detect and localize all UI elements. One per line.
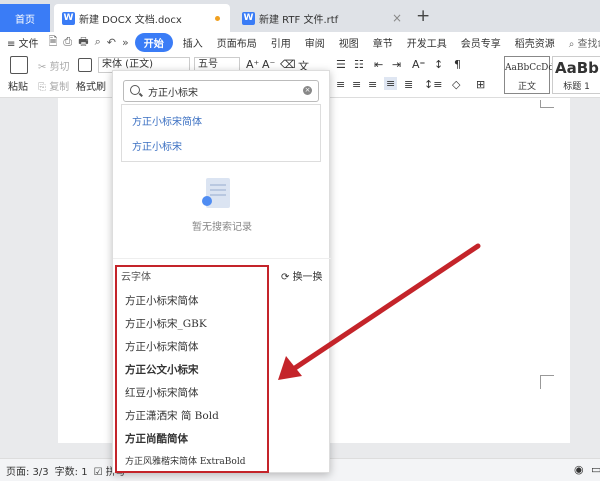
- chinese-layout-icon[interactable]: A⁼: [412, 58, 425, 71]
- style-heading1[interactable]: AaBb 标题 1: [552, 56, 600, 94]
- empty-record-text: 暂无搜索记录: [192, 222, 252, 233]
- search-icon: [130, 85, 140, 95]
- docx-icon: W: [62, 11, 75, 25]
- copy-label: 复制: [49, 82, 70, 93]
- font-dropdown: × 方正小标宋简体 方正小标宋 暂无搜索记录 云字体 ⟳ 换一换 方正小标宋简体…: [112, 70, 331, 473]
- style-heading1-label: 标题 1: [563, 82, 590, 92]
- page-count[interactable]: 页面: 3/3: [6, 463, 49, 478]
- paste-button[interactable]: 粘贴: [8, 78, 28, 93]
- more-icon[interactable]: »: [119, 36, 132, 49]
- line-spacing-icon[interactable]: ↕≡: [424, 78, 442, 91]
- save-icon[interactable]: 🗎: [46, 33, 61, 52]
- outdent-icon[interactable]: ⇥: [392, 58, 401, 71]
- show-marks-icon[interactable]: ¶: [454, 58, 461, 71]
- style-normal-label: 正文: [517, 82, 536, 92]
- clear-icon[interactable]: ×: [303, 86, 312, 95]
- menu-section[interactable]: 章节: [366, 35, 400, 50]
- empty-record-icon: [202, 178, 230, 208]
- highlight-box: [115, 265, 269, 473]
- menu-references[interactable]: 引用: [264, 35, 298, 50]
- bullets-icon[interactable]: ☰: [336, 58, 346, 71]
- menu-developer[interactable]: 开发工具: [400, 35, 454, 50]
- rtf-icon: W: [242, 11, 255, 25]
- tab-rtf-label: 新建 RTF 文件.rtf: [259, 14, 339, 26]
- menu-review[interactable]: 审阅: [298, 35, 332, 50]
- file-menu[interactable]: ≡ 文件: [0, 35, 46, 50]
- copy-button[interactable]: ⎘ 复制: [38, 78, 69, 93]
- align-right-icon[interactable]: ≡: [368, 78, 377, 91]
- preview-icon[interactable]: ⌕: [92, 35, 104, 49]
- tab-close-icon[interactable]: ×: [392, 11, 402, 25]
- suggestion-list: 方正小标宋简体 方正小标宋: [121, 104, 321, 162]
- menu-member[interactable]: 会员专享: [454, 35, 508, 50]
- unsaved-dot-icon: [215, 16, 220, 21]
- new-tab-button[interactable]: +: [416, 6, 430, 26]
- margin-mark-top: [540, 100, 554, 108]
- paste-icon[interactable]: [10, 56, 28, 74]
- refresh-label: 换一换: [292, 272, 323, 283]
- indent-icon[interactable]: ⇤: [374, 58, 383, 71]
- cut-label: 剪切: [49, 62, 70, 73]
- font-search-box[interactable]: ×: [123, 80, 319, 102]
- tab-docx-label: 新建 DOCX 文档.docx: [79, 14, 182, 26]
- shading-icon[interactable]: ◇: [452, 78, 460, 91]
- tab-home[interactable]: 首页: [0, 4, 50, 32]
- print-icon[interactable]: 🖶: [75, 33, 91, 52]
- menu-insert[interactable]: 插入: [176, 35, 210, 50]
- refresh-button[interactable]: ⟳ 换一换: [281, 268, 323, 283]
- menu-bar: ≡ 文件 🗎 ⎙ 🖶 ⌕ ↶ » 开始 插入 页面布局 引用 审阅 视图 章节 …: [0, 32, 600, 52]
- command-search-label: 查找命令: [577, 38, 600, 50]
- style-heading1-preview: AaBb: [555, 59, 599, 77]
- margin-mark-bottom: [540, 375, 554, 389]
- layout-icon[interactable]: ▭: [591, 463, 600, 476]
- tab-docx[interactable]: W 新建 DOCX 文档.docx: [54, 4, 230, 32]
- word-count[interactable]: 字数: 1: [55, 463, 88, 478]
- format-painter-icon[interactable]: [78, 58, 92, 72]
- align-center-icon[interactable]: ≡: [352, 78, 361, 91]
- format-painter-button[interactable]: 格式刷: [76, 78, 106, 93]
- sort-icon[interactable]: ↕: [434, 58, 443, 71]
- numbering-icon[interactable]: ☷: [354, 58, 364, 71]
- eye-icon[interactable]: ◉: [574, 463, 584, 476]
- borders-icon[interactable]: ⊞: [476, 78, 485, 91]
- justify-icon[interactable]: ≡: [384, 77, 398, 90]
- tab-rtf[interactable]: W 新建 RTF 文件.rtf ×: [234, 4, 410, 32]
- menu-start[interactable]: 开始: [134, 32, 173, 52]
- style-normal[interactable]: AaBbCcDd 正文: [504, 56, 555, 94]
- divider: [113, 258, 331, 259]
- undo-icon[interactable]: ↶: [104, 36, 119, 49]
- menu-view[interactable]: 视图: [332, 35, 366, 50]
- menu-layout[interactable]: 页面布局: [210, 35, 264, 50]
- export-icon[interactable]: ⎙: [60, 35, 75, 49]
- tab-bar: 首页 W 新建 DOCX 文档.docx W 新建 RTF 文件.rtf × +: [0, 0, 600, 32]
- font-search-input[interactable]: [148, 84, 298, 99]
- suggestion-item[interactable]: 方正小标宋: [132, 138, 182, 153]
- menu-docer[interactable]: 稻壳资源: [508, 35, 562, 50]
- command-search[interactable]: ⌕ 查找命令: [562, 35, 600, 50]
- align-left-icon[interactable]: ≡: [336, 78, 345, 91]
- cut-button[interactable]: ✂ 剪切: [38, 58, 70, 73]
- suggestion-item[interactable]: 方正小标宋简体: [132, 113, 202, 128]
- style-normal-preview: AaBbCcDd: [505, 63, 555, 73]
- distribute-icon[interactable]: ≣: [404, 78, 413, 91]
